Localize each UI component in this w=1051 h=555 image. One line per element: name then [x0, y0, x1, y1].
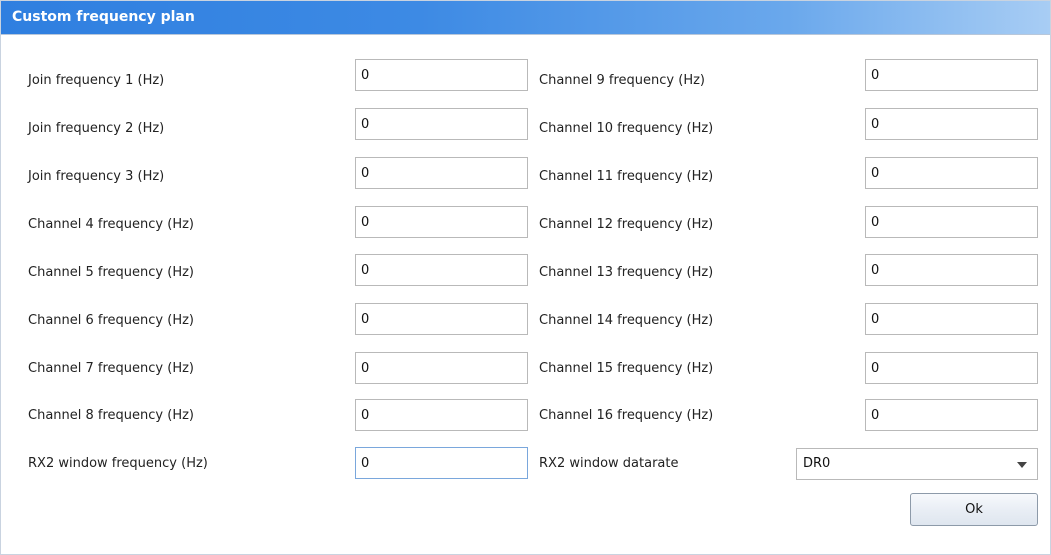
channel-15-frequency-label: Channel 15 frequency (Hz)	[539, 361, 714, 376]
channel-12-frequency-label: Channel 12 frequency (Hz)	[539, 217, 714, 232]
title-bar: Custom frequency plan	[1, 1, 1050, 34]
channel-5-frequency-label: Channel 5 frequency (Hz)	[28, 265, 194, 280]
channel-6-frequency-input[interactable]	[355, 303, 528, 335]
channel-11-frequency-label: Channel 11 frequency (Hz)	[539, 169, 714, 184]
join-frequency-2-label: Join frequency 2 (Hz)	[28, 121, 165, 136]
join-frequency-1-input[interactable]	[355, 59, 528, 91]
channel-7-frequency-label: Channel 7 frequency (Hz)	[28, 361, 194, 376]
join-frequency-1-label: Join frequency 1 (Hz)	[28, 73, 165, 88]
channel-14-frequency-label: Channel 14 frequency (Hz)	[539, 313, 714, 328]
join-frequency-3-input[interactable]	[355, 157, 528, 189]
rx2-window-frequency-label: RX2 window frequency (Hz)	[28, 456, 208, 471]
channel-6-frequency-label: Channel 6 frequency (Hz)	[28, 313, 194, 328]
rx2-window-datarate-label: RX2 window datarate	[539, 456, 679, 471]
rx2-window-frequency-input[interactable]	[355, 447, 528, 479]
ok-button[interactable]: Ok	[910, 493, 1038, 526]
channel-11-frequency-input[interactable]	[865, 157, 1038, 189]
dialog-title: Custom frequency plan	[12, 9, 195, 25]
channel-12-frequency-input[interactable]	[865, 206, 1038, 238]
datarate-selected-value: DR0	[803, 456, 831, 471]
rx2-window-datarate-select[interactable]: DR0	[796, 448, 1038, 480]
channel-10-frequency-label: Channel 10 frequency (Hz)	[539, 121, 714, 136]
channel-8-frequency-input[interactable]	[355, 399, 528, 431]
channel-7-frequency-input[interactable]	[355, 352, 528, 384]
channel-16-frequency-label: Channel 16 frequency (Hz)	[539, 408, 714, 423]
channel-9-frequency-label: Channel 9 frequency (Hz)	[539, 73, 705, 88]
channel-14-frequency-input[interactable]	[865, 303, 1038, 335]
channel-13-frequency-label: Channel 13 frequency (Hz)	[539, 265, 714, 280]
channel-5-frequency-input[interactable]	[355, 254, 528, 286]
channel-13-frequency-input[interactable]	[865, 254, 1038, 286]
title-divider	[1, 34, 1050, 35]
channel-4-frequency-label: Channel 4 frequency (Hz)	[28, 217, 194, 232]
join-frequency-3-label: Join frequency 3 (Hz)	[28, 169, 165, 184]
channel-9-frequency-input[interactable]	[865, 59, 1038, 91]
join-frequency-2-input[interactable]	[355, 108, 528, 140]
channel-16-frequency-input[interactable]	[865, 399, 1038, 431]
custom-frequency-plan-dialog: Custom frequency plan Join frequency 1 (…	[0, 0, 1051, 555]
channel-8-frequency-label: Channel 8 frequency (Hz)	[28, 408, 194, 423]
channel-4-frequency-input[interactable]	[355, 206, 528, 238]
chevron-down-icon[interactable]	[1017, 462, 1027, 468]
channel-15-frequency-input[interactable]	[865, 352, 1038, 384]
channel-10-frequency-input[interactable]	[865, 108, 1038, 140]
